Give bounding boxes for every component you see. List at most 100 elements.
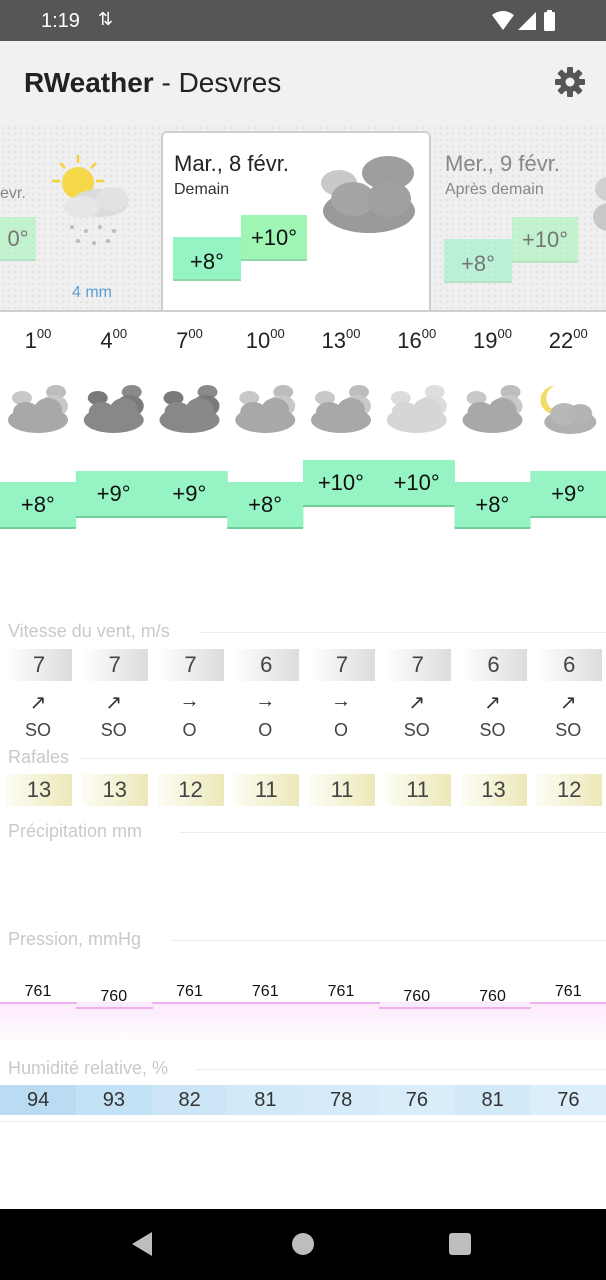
app-name: RWeather xyxy=(24,67,154,98)
hour-label: 1900 xyxy=(455,326,531,354)
minute-value: 00 xyxy=(270,326,285,341)
app-bar: RWeather - Desvres xyxy=(0,41,606,125)
minute-value: 00 xyxy=(346,326,361,341)
app-title: RWeather - Desvres xyxy=(24,67,281,99)
gust-cell: 11 xyxy=(233,774,300,806)
home-icon[interactable] xyxy=(292,1233,314,1255)
day-title: evr. xyxy=(0,185,26,202)
wind-direction-arrow-icon: ↗ xyxy=(105,692,123,714)
pressure-label: Pression, mmHg xyxy=(8,929,142,949)
humidity-cell: 93 xyxy=(75,1085,152,1115)
day-title: Mer., 9 févr. xyxy=(445,151,560,176)
hourly-temperature-graph: +8° +9° +9° +8° +10° +10° +8° +9° xyxy=(0,460,606,529)
cloudy-icon xyxy=(321,156,415,233)
wind-direction-label: SO xyxy=(100,720,127,740)
humidity-cell: 94 xyxy=(0,1085,77,1115)
hour-value: 4 xyxy=(100,328,113,353)
pressure-line xyxy=(0,1002,77,1004)
day-high-temp: +10° xyxy=(512,217,578,263)
gust-cell: 13 xyxy=(81,774,148,806)
gusts-label: Rafales xyxy=(8,747,70,767)
pressure-line xyxy=(303,1002,380,1004)
day-card-next[interactable]: Mer., 9 févr. Après demain +8° +10° xyxy=(431,133,606,310)
day-selector[interactable]: evr. 0° 4 mm Mar., 8 févr. Demain +8° +1… xyxy=(0,125,606,312)
minute-value: 00 xyxy=(188,326,203,341)
wind-direction-label: SO xyxy=(555,720,582,740)
wind-direction-arrow-icon: → xyxy=(255,690,276,712)
humidity-row: 94 93 82 81 78 76 81 76 xyxy=(0,1085,606,1115)
day-low-temp: +8° xyxy=(444,239,512,283)
wind-direction-label: O xyxy=(258,720,273,740)
minute-value: 00 xyxy=(497,326,512,341)
dark-cloudy-icon xyxy=(83,385,144,433)
wind-direction-label: SO xyxy=(24,720,51,740)
humidity-cell: 81 xyxy=(227,1085,304,1115)
humidity-cell: 82 xyxy=(151,1085,228,1115)
hour-label: 1000 xyxy=(227,326,303,354)
minute-value: 00 xyxy=(573,326,588,341)
gust-cell: 12 xyxy=(536,774,603,806)
day-subtitle: Après demain xyxy=(445,181,544,198)
status-bar: 1:19 ⇅ xyxy=(0,0,606,41)
wind-speed-row: 77767766 xyxy=(0,649,606,681)
hour-value: 10 xyxy=(245,328,271,353)
pressure-line xyxy=(75,1007,153,1009)
gust-cell: 13 xyxy=(460,774,527,806)
data-sync-icon: ⇅ xyxy=(98,9,114,29)
hour-label: 400 xyxy=(76,326,152,354)
pressure-row: 761 760 761 761 761 760 760 761 xyxy=(0,980,606,1020)
minute-value: 00 xyxy=(112,326,128,341)
wind-arrow-row: ↗ ↗ → → → ↗ ↗ ↗ xyxy=(0,690,606,714)
humidity-cell: 78 xyxy=(303,1085,380,1115)
day-card-prev[interactable]: evr. 0° 4 mm xyxy=(0,133,161,310)
wind-direction-row: SO SO O O O SO SO SO xyxy=(0,720,606,744)
humidity-cell: 76 xyxy=(378,1085,455,1115)
hour-label: 100 xyxy=(0,326,76,354)
wind-direction-arrow-icon: ↗ xyxy=(408,692,426,714)
cloudy-icon xyxy=(8,385,68,433)
status-time: 1:19 xyxy=(41,10,80,32)
wind-speed-cell: 6 xyxy=(460,649,527,681)
humidity-label: Humidité relative, % xyxy=(8,1058,169,1078)
cloudy-icon xyxy=(462,385,523,433)
wind-speed-cell: 6 xyxy=(536,649,603,681)
moon-cloudy-icon xyxy=(540,386,597,434)
back-icon[interactable] xyxy=(132,1232,152,1256)
sun-rain-icon xyxy=(52,155,128,245)
cloudy-icon xyxy=(593,177,606,231)
wind-direction-label: SO xyxy=(403,720,430,740)
wind-speed-cell: 7 xyxy=(309,649,375,681)
recent-apps-icon[interactable] xyxy=(449,1233,471,1255)
humidity-cell: 76 xyxy=(530,1085,606,1115)
day-high-temp: 0° xyxy=(0,217,36,261)
day-card-selected[interactable]: Mar., 8 févr. Demain +8° +10° xyxy=(161,131,431,310)
hour-label: 700 xyxy=(152,326,228,354)
cloudy-icon xyxy=(311,385,371,433)
gusts-row: 13 13 12 11 11 11 13 12 xyxy=(0,774,606,806)
pressure-value: 760 xyxy=(100,988,128,1005)
hour-value: 19 xyxy=(473,328,498,353)
day-low-temp: +8° xyxy=(173,237,241,281)
minute-value: 00 xyxy=(421,326,437,341)
day-title: Mar., 8 févr. xyxy=(174,151,289,176)
wind-direction-label: O xyxy=(182,720,197,740)
pressure-line xyxy=(454,1007,532,1009)
location-name[interactable]: Desvres xyxy=(179,67,282,98)
temperature-label: +9° xyxy=(551,481,585,506)
temperature-label: +9° xyxy=(97,481,131,506)
wind-direction-label: O xyxy=(333,720,348,740)
hour-row: 100 400 700 1000 1300 1600 1900 2200 xyxy=(0,326,606,366)
pressure-line xyxy=(378,1007,456,1009)
settings-gear-icon[interactable] xyxy=(554,66,586,98)
precipitation-label: Précipitation mm xyxy=(8,821,143,841)
precipitation-amount: 4 mm xyxy=(72,284,112,301)
pressure-value: 760 xyxy=(479,988,506,1005)
wind-direction-arrow-icon: ↗ xyxy=(484,692,501,714)
pressure-line xyxy=(227,1002,304,1004)
hour-value: 22 xyxy=(548,328,574,353)
battery-icon xyxy=(544,12,555,31)
hourly-weather-icons xyxy=(8,385,597,434)
temperature-label: +8° xyxy=(248,492,282,517)
gust-cell: 13 xyxy=(6,774,72,806)
wind-direction-arrow-icon: → xyxy=(331,690,351,712)
